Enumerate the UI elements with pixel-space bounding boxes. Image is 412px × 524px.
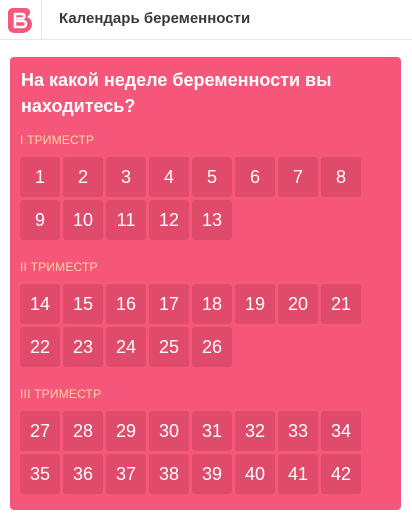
week-button-7[interactable]: 7 bbox=[278, 157, 318, 197]
week-button-41[interactable]: 41 bbox=[278, 454, 318, 494]
week-button-1[interactable]: 1 bbox=[20, 157, 60, 197]
week-button-19[interactable]: 19 bbox=[235, 284, 275, 324]
week-button-32[interactable]: 32 bbox=[235, 411, 275, 451]
week-button-27[interactable]: 27 bbox=[20, 411, 60, 451]
week-button-4[interactable]: 4 bbox=[149, 157, 189, 197]
week-button-16[interactable]: 16 bbox=[106, 284, 146, 324]
week-button-39[interactable]: 39 bbox=[192, 454, 232, 494]
trimester-1-label: I ТРИМЕСТР bbox=[20, 133, 95, 147]
page-title: Календарь беременности bbox=[59, 10, 251, 27]
week-button-23[interactable]: 23 bbox=[63, 327, 103, 367]
week-button-20[interactable]: 20 bbox=[278, 284, 318, 324]
week-button-34[interactable]: 34 bbox=[321, 411, 361, 451]
trimester-2-weeks: 14 15 16 17 18 19 20 21 22 23 24 25 26 bbox=[20, 284, 364, 367]
week-button-31[interactable]: 31 bbox=[192, 411, 232, 451]
week-button-14[interactable]: 14 bbox=[20, 284, 60, 324]
week-button-5[interactable]: 5 bbox=[192, 157, 232, 197]
logo[interactable] bbox=[0, 0, 42, 40]
week-button-26[interactable]: 26 bbox=[192, 327, 232, 367]
week-button-30[interactable]: 30 bbox=[149, 411, 189, 451]
week-button-29[interactable]: 29 bbox=[106, 411, 146, 451]
week-button-21[interactable]: 21 bbox=[321, 284, 361, 324]
week-button-25[interactable]: 25 bbox=[149, 327, 189, 367]
week-button-33[interactable]: 33 bbox=[278, 411, 318, 451]
top-bar: Календарь беременности bbox=[0, 0, 412, 40]
week-button-13[interactable]: 13 bbox=[192, 200, 232, 240]
week-button-36[interactable]: 36 bbox=[63, 454, 103, 494]
week-button-28[interactable]: 28 bbox=[63, 411, 103, 451]
week-button-40[interactable]: 40 bbox=[235, 454, 275, 494]
week-button-38[interactable]: 38 bbox=[149, 454, 189, 494]
week-picker-card: На какой неделе беременности вы находите… bbox=[10, 57, 401, 510]
trimester-3-weeks: 27 28 29 30 31 32 33 34 35 36 37 38 39 40 41 42 bbox=[20, 411, 364, 494]
week-button-17[interactable]: 17 bbox=[149, 284, 189, 324]
week-button-3[interactable]: 3 bbox=[106, 157, 146, 197]
week-button-6[interactable]: 6 bbox=[235, 157, 275, 197]
week-button-35[interactable]: 35 bbox=[20, 454, 60, 494]
week-button-15[interactable]: 15 bbox=[63, 284, 103, 324]
week-button-42[interactable]: 42 bbox=[321, 454, 361, 494]
week-button-24[interactable]: 24 bbox=[106, 327, 146, 367]
question-heading: На какой неделе беременности вы находите… bbox=[21, 70, 332, 116]
week-button-8[interactable]: 8 bbox=[321, 157, 361, 197]
trimester-3-label: III ТРИМЕСТР bbox=[20, 387, 102, 401]
week-button-37[interactable]: 37 bbox=[106, 454, 146, 494]
week-button-10[interactable]: 10 bbox=[63, 200, 103, 240]
week-button-11[interactable]: 11 bbox=[106, 200, 146, 240]
week-button-12[interactable]: 12 bbox=[149, 200, 189, 240]
trimester-2-label: II ТРИМЕСТР bbox=[20, 260, 98, 274]
week-button-18[interactable]: 18 bbox=[192, 284, 232, 324]
week-button-9[interactable]: 9 bbox=[20, 200, 60, 240]
week-button-2[interactable]: 2 bbox=[63, 157, 103, 197]
week-button-22[interactable]: 22 bbox=[20, 327, 60, 367]
trimester-1-weeks: 1 2 3 4 5 6 7 8 9 10 11 12 13 bbox=[20, 157, 364, 240]
